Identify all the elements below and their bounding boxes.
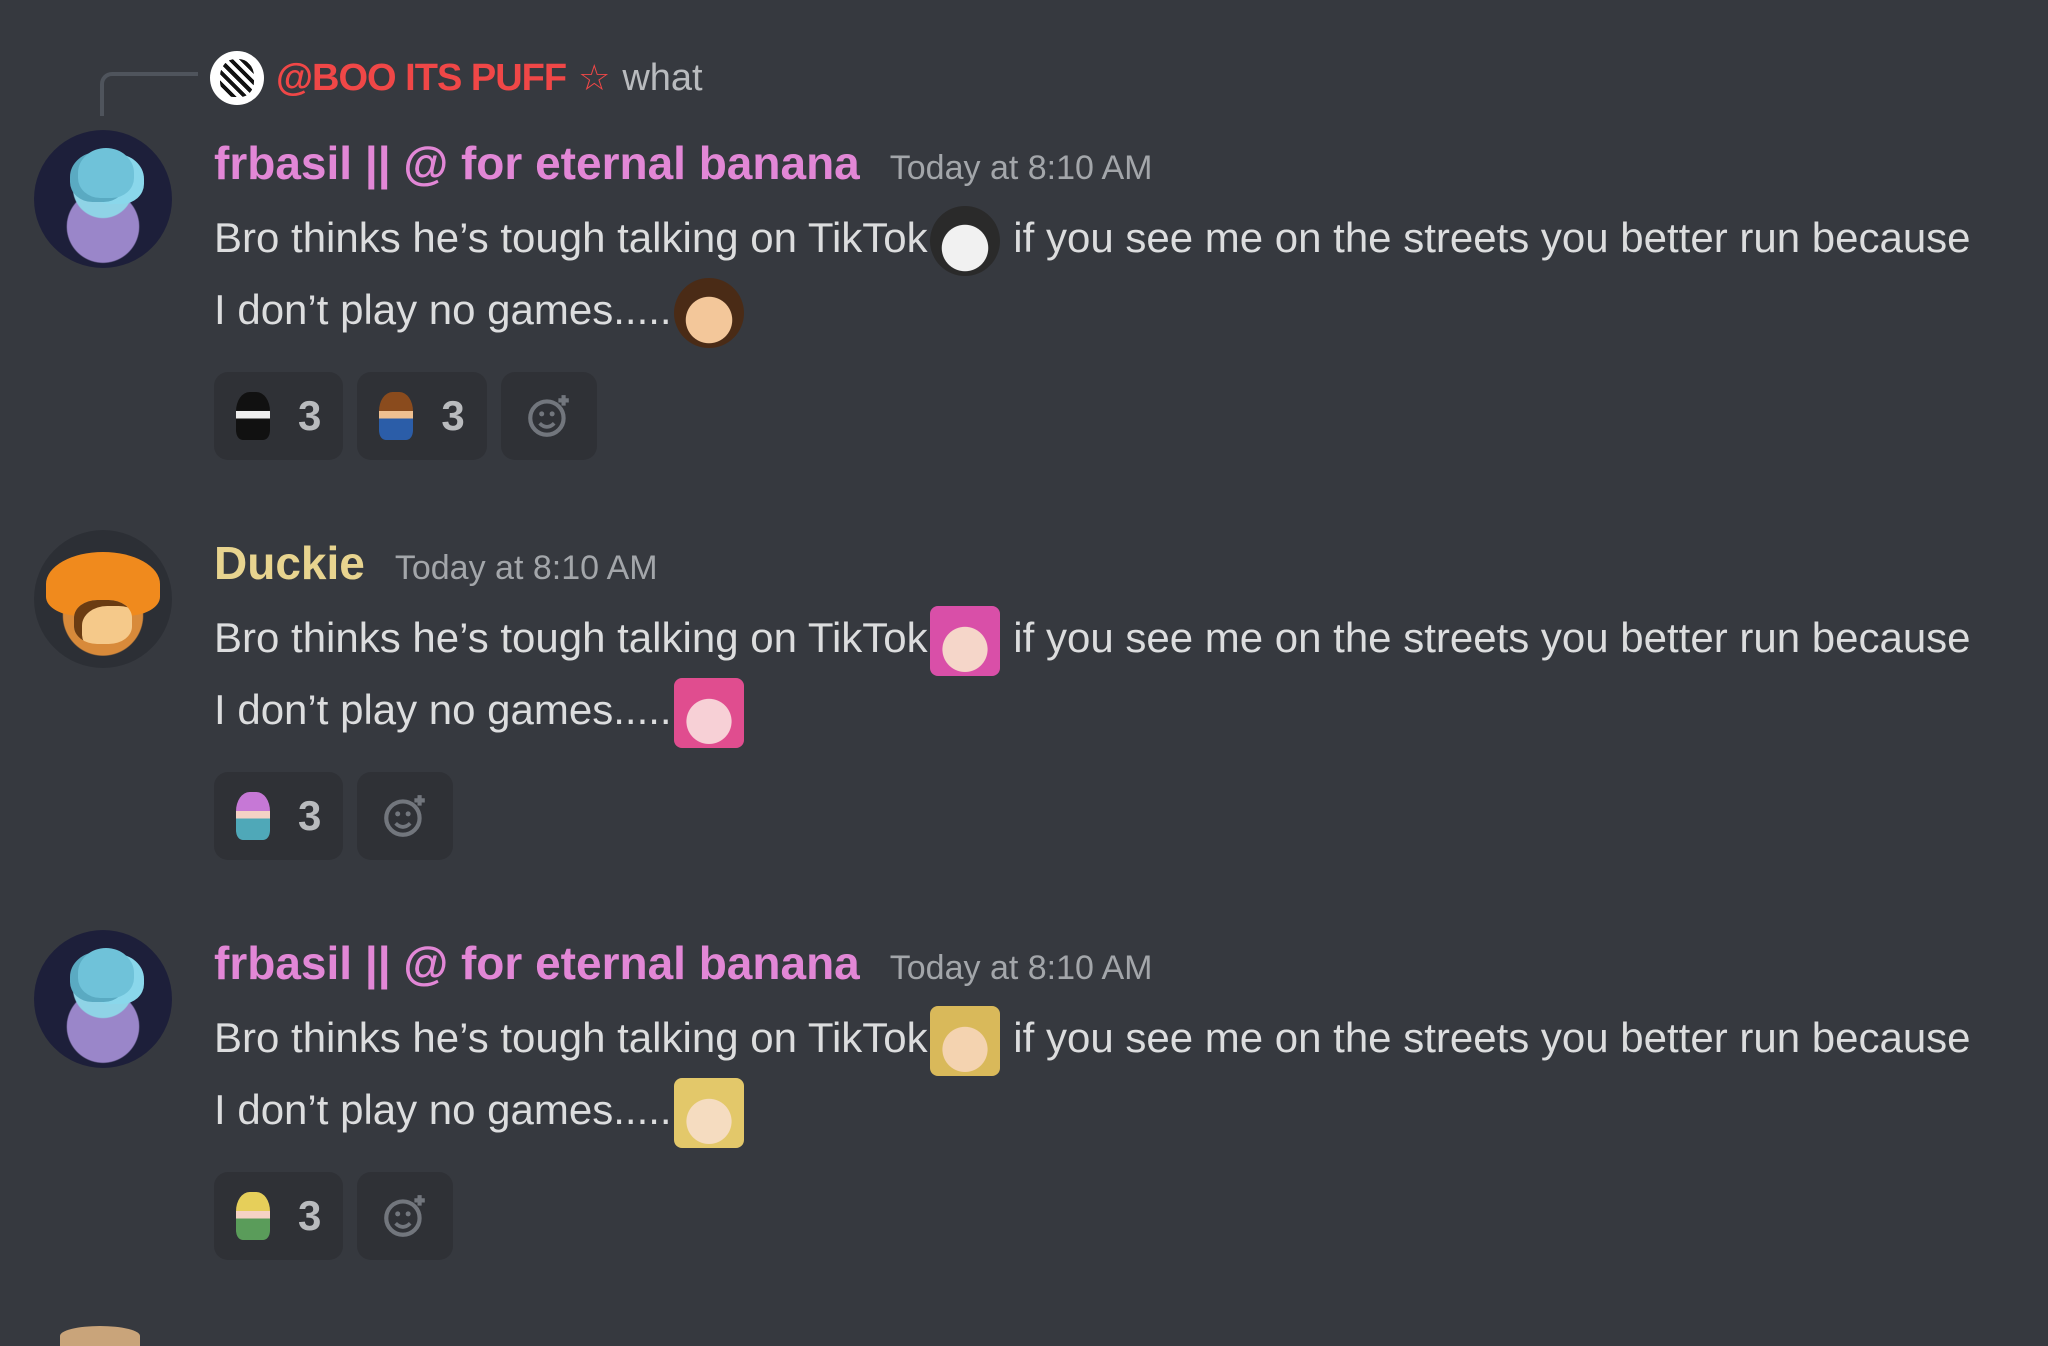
reaction[interactable]: 3 [214, 372, 344, 460]
username[interactable]: frbasil || @ for eternal banana [214, 136, 860, 190]
grimace-face-emoji-icon[interactable] [673, 1077, 744, 1148]
reaction[interactable]: 3 [214, 772, 344, 860]
message-content: Bro thinks he’s tough talking on TikTok … [214, 202, 2034, 348]
message-line-2: I don’t play no games..... [214, 1074, 2034, 1148]
message-text: I don’t play no games..... [214, 286, 672, 333]
avatar[interactable] [34, 930, 172, 1068]
reply-username[interactable]: @BOO ITS PUFF [276, 57, 567, 100]
message-content: Bro thinks he’s tough talking on TikTok … [214, 1002, 2034, 1148]
reply-text[interactable]: what [622, 57, 702, 100]
pink-haired-sprite-icon [236, 792, 270, 840]
avatar[interactable] [34, 130, 172, 268]
message-text: Bro thinks he’s tough talking on TikTok [214, 614, 928, 661]
next-message-avatar[interactable] [60, 1326, 140, 1346]
message-line-1: Bro thinks he’s tough talking on TikTok … [214, 1002, 2034, 1076]
black-haired-sprite-icon [236, 392, 270, 440]
message-text: if you see me on the streets you better … [1001, 1014, 1971, 1061]
message-text: if you see me on the streets you better … [1001, 214, 1971, 261]
message-line-1: Bro thinks he’s tough talking on TikTok … [214, 202, 2034, 276]
timestamp[interactable]: Today at 8:10 AM [395, 549, 658, 588]
reaction[interactable]: 3 [214, 1172, 344, 1260]
timestamp[interactable]: Today at 8:10 AM [890, 149, 1153, 188]
message-3[interactable]: frbasil || @ for eternal banana Today at… [0, 920, 2048, 1300]
message-text: if you see me on the streets you better … [1001, 614, 1971, 661]
message-line-2: I don’t play no games..... [214, 274, 2034, 348]
add-reaction-icon [527, 395, 569, 437]
teary-face-emoji-icon[interactable] [929, 605, 1000, 676]
add-reaction-button[interactable] [357, 772, 454, 860]
reply-avatar[interactable] [210, 51, 264, 105]
reaction-count: 3 [298, 792, 322, 839]
message-header: frbasil || @ for eternal banana Today at… [214, 136, 1153, 190]
add-reaction-button[interactable] [357, 1172, 454, 1260]
message-line-2: I don’t play no games..... [214, 674, 2034, 748]
message-text: Bro thinks he’s tough talking on TikTok [214, 214, 928, 261]
message-text: I don’t play no games..... [214, 686, 672, 733]
message-2[interactable]: Duckie Today at 8:10 AM Bro thinks he’s … [0, 520, 2048, 900]
reactions-bar: 3 3 [214, 372, 597, 460]
reactions-bar: 3 [214, 772, 454, 860]
timestamp[interactable]: Today at 8:10 AM [890, 949, 1153, 988]
message-header: frbasil || @ for eternal banana Today at… [214, 936, 1153, 990]
reaction[interactable]: 3 [357, 372, 487, 460]
username[interactable]: Duckie [214, 536, 365, 590]
message-line-1: Bro thinks he’s tough talking on TikTok … [214, 602, 2034, 676]
shocked-face-emoji-icon[interactable] [673, 277, 744, 348]
angry-face-emoji-icon[interactable] [673, 677, 744, 748]
reaction-count: 3 [298, 392, 322, 439]
blonde-haired-sprite-icon [236, 1192, 270, 1240]
message-header: Duckie Today at 8:10 AM [214, 536, 658, 590]
message-text: I don’t play no games..... [214, 1086, 672, 1133]
reply-preview[interactable]: @BOO ITS PUFF ☆ what [210, 48, 703, 108]
add-reaction-icon [384, 1195, 426, 1237]
username[interactable]: frbasil || @ for eternal banana [214, 936, 860, 990]
message-text: Bro thinks he’s tough talking on TikTok [214, 1014, 928, 1061]
message-content: Bro thinks he’s tough talking on TikTok … [214, 602, 2034, 748]
add-reaction-button[interactable] [500, 372, 597, 460]
add-reaction-icon [384, 795, 426, 837]
crying-face-emoji-icon[interactable] [929, 205, 1000, 276]
chat-message-list: @BOO ITS PUFF ☆ what frbasil || @ for et… [0, 0, 2048, 1346]
reply-connector [100, 72, 198, 116]
brown-haired-sprite-icon [379, 392, 414, 440]
reaction-count: 3 [298, 1192, 322, 1239]
star-icon: ☆ [578, 57, 611, 98]
avatar[interactable] [34, 530, 172, 668]
reaction-count: 3 [441, 392, 465, 439]
nervous-face-emoji-icon[interactable] [929, 1005, 1000, 1076]
reactions-bar: 3 [214, 1172, 454, 1260]
message-1[interactable]: @BOO ITS PUFF ☆ what frbasil || @ for et… [0, 0, 2048, 480]
